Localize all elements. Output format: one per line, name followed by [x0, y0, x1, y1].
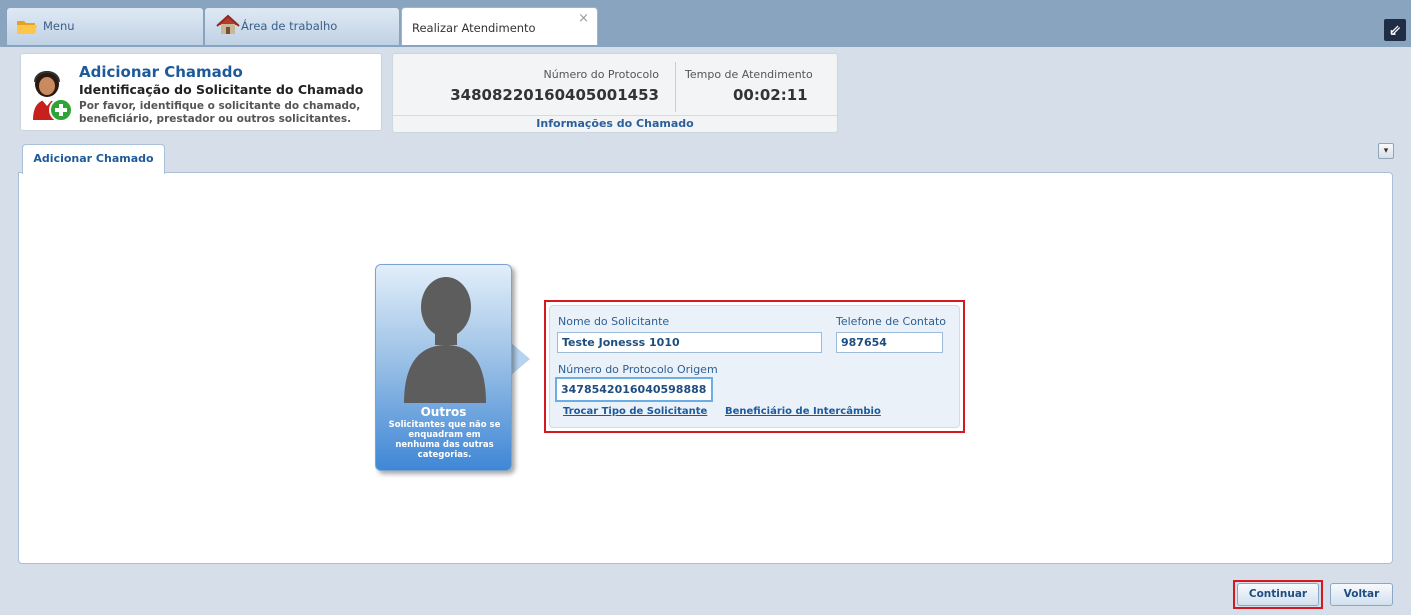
page-subtitle: Identificação do Solicitante do Chamado [79, 82, 364, 97]
collapse-corner-icon[interactable]: ⇙ [1384, 19, 1406, 41]
card-title: Outros [420, 405, 467, 419]
folder-icon [16, 18, 38, 39]
tab-menu-label: Menu [43, 19, 75, 33]
tab-add-call[interactable]: Adicionar Chamado [22, 144, 165, 174]
requester-type-card[interactable]: Outros Solicitantes que não se enquadram… [375, 264, 512, 471]
back-button[interactable]: Voltar [1330, 583, 1393, 606]
time-value: 00:02:11 [733, 86, 808, 104]
divider [675, 62, 676, 112]
contact-phone-input[interactable] [836, 332, 943, 353]
requester-form-highlight: Nome do Solicitante Telefone de Contato … [544, 300, 965, 433]
origin-protocol-label: Número do Protocolo Origem [558, 363, 718, 376]
protocol-label: Número do Protocolo [543, 68, 659, 81]
phone-label: Telefone de Contato [836, 315, 947, 328]
protocol-value: 34808220160405001453 [450, 86, 659, 104]
tab-realizar-label: Realizar Atendimento [412, 21, 536, 35]
tab-workspace[interactable]: Área de trabalho [204, 7, 400, 45]
page-description: Por favor, identifique o solicitante do … [79, 100, 361, 125]
change-requester-type-link[interactable]: Trocar Tipo de Solicitante [563, 406, 707, 417]
tab-realizar-atendimento[interactable]: Realizar Atendimento × [401, 7, 598, 45]
time-label: Tempo de Atendimento [685, 68, 813, 81]
exchange-beneficiary-link[interactable]: Beneficiário de Intercâmbio [725, 406, 881, 417]
top-tab-bar: Menu Área de trabalho Realizar Atendimen… [0, 0, 1411, 47]
tab-menu[interactable]: Menu [6, 7, 204, 45]
person-silhouette-icon [398, 271, 492, 406]
tab-workspace-label: Área de trabalho [241, 19, 338, 33]
dropdown-arrow-icon[interactable]: ▾ [1378, 143, 1394, 159]
continue-button[interactable]: Continuar [1237, 583, 1319, 606]
call-info-section[interactable]: Informações do Chamado [393, 115, 837, 132]
card-pointer [510, 342, 530, 376]
card-description: Solicitantes que não se enquadram em nen… [388, 420, 501, 460]
call-info-panel: Número do Protocolo 34808220160405001453… [392, 53, 838, 133]
add-call-header: Adicionar Chamado Identificação do Solic… [20, 53, 382, 131]
house-icon [216, 14, 240, 39]
name-label: Nome do Solicitante [558, 315, 670, 328]
requester-name-input[interactable] [557, 332, 822, 353]
agent-add-icon [27, 68, 75, 127]
close-icon[interactable]: × [578, 11, 589, 26]
origin-protocol-input[interactable] [555, 377, 713, 402]
page-title: Adicionar Chamado [79, 63, 243, 81]
